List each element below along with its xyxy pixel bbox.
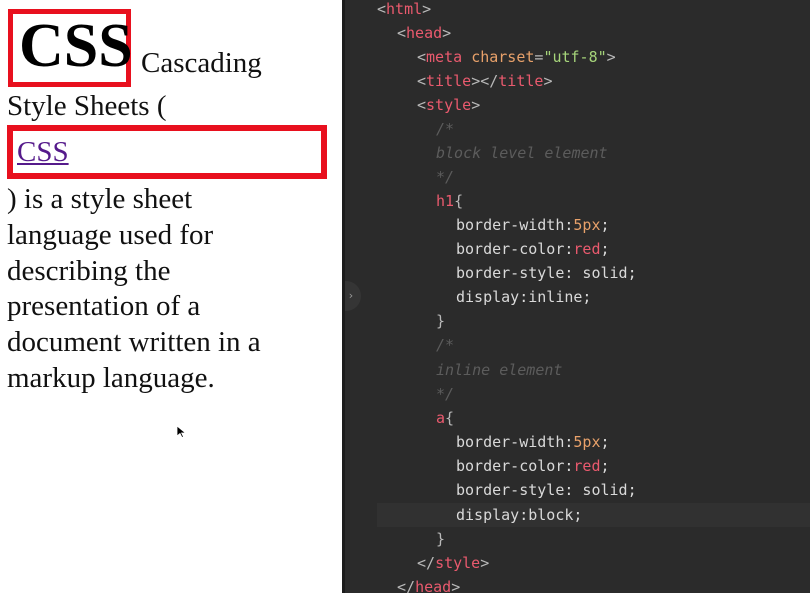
preview-text-line: document written in a [7,326,261,358]
code-comment: /* [436,336,455,354]
code-line: } [436,530,446,548]
code-line: </head> [397,578,461,593]
code-line: <html> [377,0,432,18]
preview-text-cascading: Cascading [141,47,262,79]
code-line: border-width:5px; [456,433,610,451]
code-line: <title></title> [417,72,553,90]
css-link[interactable]: CSS [17,135,69,169]
code-line: border-color:red; [456,457,610,475]
code-line: <head> [397,24,452,42]
preview-text-line: language used for [7,219,214,251]
code-line: <meta charset="utf-8"> [417,48,616,66]
code-line: } [436,312,446,330]
code-line: border-color:red; [456,240,610,258]
code-comment: */ [436,168,455,186]
collapse-panel-chevron-icon[interactable]: › [345,281,361,311]
code-line: h1{ [436,192,464,210]
css-link-box: CSS [7,125,327,179]
code-line: <style> [417,96,481,114]
code-line: border-style: solid; [456,481,637,499]
mouse-pointer-icon [177,426,186,438]
preview-text-line: describing the [7,255,171,287]
code-comment: /* [436,120,455,138]
code-comment: inline element [436,361,563,379]
code-comment: */ [436,385,455,403]
rendered-preview-pane: CSS Cascading Style Sheets ( CSS ) is a … [0,0,342,593]
preview-text-style-sheets: Style Sheets ( [7,90,167,122]
code-line-current: display:block; [456,506,583,524]
code-line: border-style: solid; [456,264,637,282]
code-line: a{ [436,409,455,427]
code-comment: block level element [436,144,608,162]
preview-text-line: presentation of a [7,290,201,322]
preview-text-line: ) is a style sheet [7,183,193,215]
preview-text-line: markup language. [7,362,215,394]
code-line: </style> [417,554,490,572]
code-line: border-width:5px; [456,216,610,234]
current-line-highlight [377,503,810,527]
code-line: display:inline; [456,288,592,306]
code-editor[interactable]: › <html> <head> <meta charset="utf-8"> <… [345,0,810,593]
css-heading: CSS [8,9,133,87]
